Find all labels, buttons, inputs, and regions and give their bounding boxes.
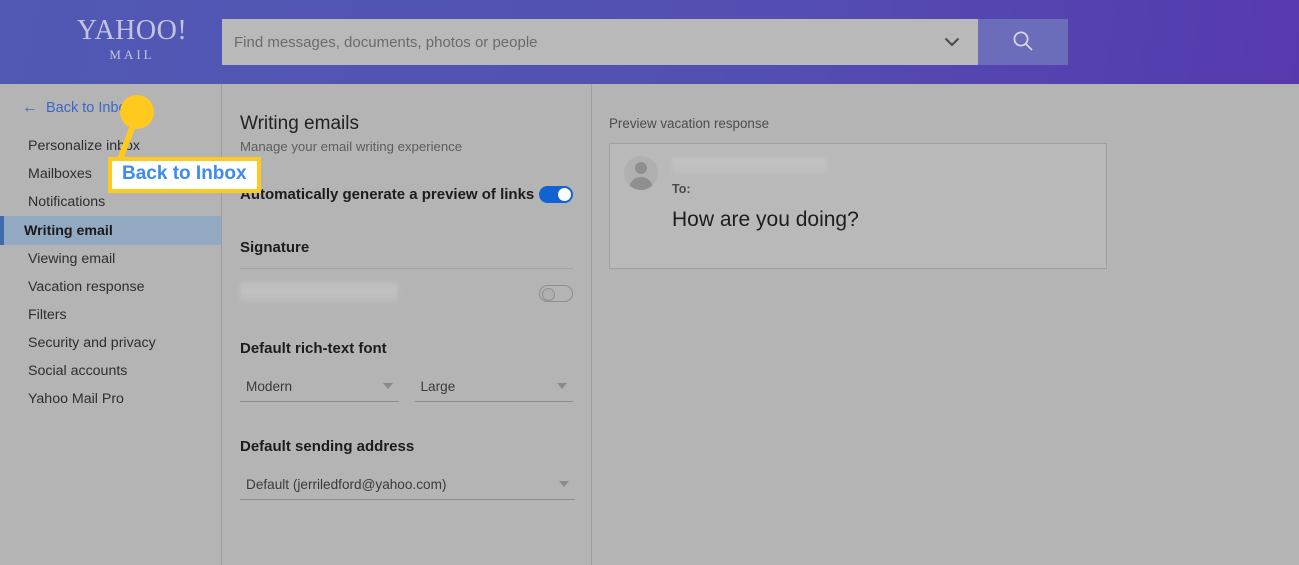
caret-down-icon [382,383,393,389]
logo-subtext: MAIL [109,47,155,62]
link-preview-toggle[interactable] [539,186,573,203]
sending-address-value: Default (jerriledford@yahoo.com) [246,476,447,492]
search-button[interactable] [978,19,1068,65]
avatar-body [629,177,653,190]
arrow-left-icon: ← [22,99,38,116]
sending-address-select[interactable]: Default (jerriledford@yahoo.com) [240,469,575,500]
sidebar-item-mailboxes[interactable]: Mailboxes [0,160,221,188]
sidebar-item-label: Social accounts [28,363,128,379]
preview-header: To: [624,156,1092,196]
rich-text-font-heading: Default rich-text font [240,340,387,357]
sidebar-item-filters[interactable]: Filters [0,301,221,329]
back-to-inbox-link[interactable]: ← Back to Inbox [0,84,134,117]
font-selectors: Modern Large [240,371,573,402]
sidebar-item-writing-email[interactable]: Writing email [0,216,221,245]
preview-sender-redacted [672,158,827,175]
sidebar-item-label: Personalize inbox [28,138,140,154]
preview-panel: Preview vacation response To: How are yo… [593,84,1299,565]
sidebar-item-label: Notifications [28,194,106,210]
yahoo-mail-logo[interactable]: YAHOO! MAIL [62,16,202,63]
preview-body-text: How are you doing? [672,208,859,231]
search-box[interactable] [222,19,978,65]
sidebar-item-label: Yahoo Mail Pro [28,391,124,407]
font-size-value: Large [420,378,456,394]
preview-fields: To: [672,156,827,196]
link-preview-label: Automatically generate a preview of link… [240,186,535,203]
caret-down-icon [559,481,569,487]
sidebar-item-vacation-response[interactable]: Vacation response [0,273,221,301]
preview-label: Preview vacation response [609,116,770,131]
page-title: Writing emails [240,113,359,134]
settings-sidebar: ← Back to Inbox Personalize inbox Mailbo… [0,84,222,565]
toggle-knob [542,287,555,301]
back-to-inbox-label: Back to Inbox [46,100,134,116]
search-bar [222,19,1068,65]
preview-to-label: To: [672,182,691,196]
sidebar-item-label: Vacation response [28,279,145,295]
sidebar-item-label: Viewing email [28,251,116,267]
font-family-value: Modern [246,378,293,394]
yahoo-mail-settings-page: YAHOO! MAIL Find messages, documents, ph… [0,0,1299,565]
caret-down-icon [557,383,567,389]
sidebar-item-viewing-email[interactable]: Viewing email [0,245,221,273]
page-subtitle: Manage your email writing experience [240,139,463,154]
app-header: YAHOO! MAIL [0,0,1299,84]
avatar-icon [624,156,658,190]
search-input[interactable] [222,20,924,64]
sidebar-item-personalize-inbox[interactable]: Personalize inbox [0,132,221,160]
logo-wordmark: YAHOO! [76,15,188,46]
sidebar-item-label: Security and privacy [28,335,156,351]
font-size-select[interactable]: Large [414,371,573,402]
sidebar-item-yahoo-mail-pro[interactable]: Yahoo Mail Pro [0,385,221,413]
sidebar-item-security-and-privacy[interactable]: Security and privacy [0,329,221,357]
link-preview-setting-row: Automatically generate a preview of link… [240,186,573,203]
search-icon [1012,30,1034,55]
font-family-select[interactable]: Modern [240,371,399,402]
sidebar-item-label: Writing email [24,222,113,239]
sidebar-item-label: Filters [28,307,67,323]
settings-nav-list: Personalize inbox Mailboxes Notification… [0,132,221,413]
sidebar-item-label: Mailboxes [28,166,92,182]
signature-value-redacted[interactable] [240,282,398,304]
sidebar-item-social-accounts[interactable]: Social accounts [0,357,221,385]
vacation-response-preview-card: To: How are you doing? [609,143,1107,269]
signature-row [240,282,573,304]
signature-heading: Signature [240,239,310,256]
settings-panel: Writing emails Manage your email writing… [222,84,592,565]
signature-toggle[interactable] [539,284,573,302]
sidebar-item-notifications[interactable]: Notifications [0,188,221,216]
signature-divider [240,268,573,269]
chevron-down-icon[interactable] [944,19,960,65]
toggle-knob [558,188,571,201]
sending-address-heading: Default sending address [240,438,415,455]
avatar-head [635,162,647,174]
